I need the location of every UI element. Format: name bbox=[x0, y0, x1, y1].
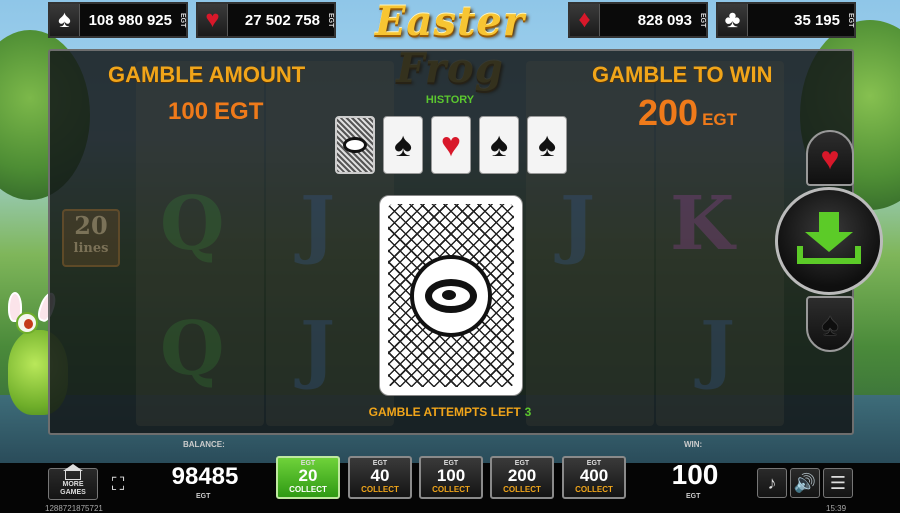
jackpot-value: 108 980 925 bbox=[88, 11, 172, 29]
club-icon: ♣ bbox=[718, 4, 748, 36]
jackpot-heart: ♥ 27 502 758 EGT bbox=[196, 2, 336, 38]
ghost-symbol: J bbox=[560, 181, 596, 267]
heart-icon: ♥ bbox=[198, 4, 228, 36]
heart-icon: ♥ bbox=[820, 139, 840, 176]
music-button[interactable]: ♪ bbox=[757, 468, 787, 498]
lines-word: lines bbox=[73, 241, 109, 256]
history-label: HISTORY bbox=[425, 94, 475, 106]
music-note-icon: ♪ bbox=[767, 472, 777, 493]
lines-sign: 20 lines bbox=[62, 209, 120, 267]
download-collect-icon bbox=[797, 212, 861, 270]
bet-collect-button[interactable]: EGT 20 COLLECT bbox=[276, 456, 340, 499]
sound-button[interactable]: 🔊 bbox=[790, 468, 820, 498]
bet-action: COLLECT bbox=[503, 485, 541, 494]
spade-icon: ♠ bbox=[821, 305, 839, 342]
history-card-spade: ♠ bbox=[383, 116, 423, 174]
balance-unit: EGT bbox=[196, 493, 211, 500]
bet-amount: 40 bbox=[370, 466, 390, 485]
bet-action: COLLECT bbox=[432, 485, 470, 494]
fullscreen-icon: ⛶ bbox=[111, 473, 125, 494]
bet-collect-button[interactable]: EGT 400 COLLECT bbox=[562, 456, 626, 499]
frog-eye bbox=[16, 312, 38, 334]
bet-collect-button[interactable]: EGT 40 COLLECT bbox=[348, 456, 412, 499]
ghost-symbol: J bbox=[300, 181, 336, 267]
jackpot-club: ♣ 35 195 EGT bbox=[716, 2, 856, 38]
gamble-to-win-label: GAMBLE TO WIN bbox=[592, 62, 773, 87]
history-card-heart: ♥ bbox=[431, 116, 471, 174]
bet-action: COLLECT bbox=[289, 485, 327, 494]
history-card-spade: ♠ bbox=[527, 116, 567, 174]
spade-icon: ♠ bbox=[537, 125, 557, 164]
balance-value: 98485 bbox=[171, 463, 239, 490]
hamburger-menu-icon: ☰ bbox=[829, 472, 847, 493]
bet-amount: 200 bbox=[507, 466, 537, 485]
ghost-symbol: Q bbox=[160, 181, 225, 267]
gamble-to-win-unit: EGT bbox=[702, 110, 738, 129]
jackpot-value: 828 093 bbox=[637, 11, 692, 29]
bet-collect-button[interactable]: EGT 200 COLLECT bbox=[490, 456, 554, 499]
gamble-amount-value: 100 EGT bbox=[168, 98, 263, 126]
balance-label: BALANCE: bbox=[183, 440, 225, 449]
history-card-back bbox=[335, 116, 375, 174]
history-card-spade: ♠ bbox=[479, 116, 519, 174]
fullscreen-button[interactable]: ⛶ bbox=[103, 468, 133, 500]
jackpot-unit: EGT bbox=[847, 12, 854, 28]
speaker-icon: 🔊 bbox=[793, 472, 817, 493]
card-back-pattern bbox=[388, 204, 514, 387]
ghost-symbol: K bbox=[670, 181, 735, 267]
spade-icon: ♠ bbox=[50, 4, 80, 36]
win-unit: EGT bbox=[686, 493, 701, 500]
session-id: 1288721875721 bbox=[45, 504, 103, 513]
gamble-amount-number: 100 bbox=[168, 98, 209, 125]
bet-action: COLLECT bbox=[575, 485, 613, 494]
gamble-card-face-down bbox=[379, 195, 523, 396]
gamble-attempts-count: 3 bbox=[524, 405, 532, 419]
red-gamble-button[interactable]: ♥ bbox=[806, 130, 854, 186]
ghost-symbol: Q bbox=[160, 306, 225, 392]
gamble-to-win-number: 200 bbox=[638, 92, 699, 133]
jackpot-value: 27 502 758 bbox=[244, 11, 320, 29]
jackpot-diamond: ♦ 828 093 EGT bbox=[568, 2, 708, 38]
card-back-emblem-icon bbox=[410, 254, 492, 337]
gamble-amount-unit: EGT bbox=[214, 98, 264, 125]
black-gamble-button[interactable]: ♠ bbox=[806, 296, 854, 352]
jackpot-value: 35 195 bbox=[794, 11, 840, 29]
bet-collect-button[interactable]: EGT 100 COLLECT bbox=[419, 456, 483, 499]
bet-amount: 400 bbox=[579, 466, 609, 485]
more-games-label: MORE GAMES bbox=[60, 481, 86, 496]
game-logo: Easter Frog bbox=[375, 0, 525, 92]
jackpot-spade: ♠ 108 980 925 EGT bbox=[48, 2, 188, 38]
more-games-button[interactable]: MORE GAMES bbox=[48, 464, 98, 500]
jackpot-unit: EGT bbox=[699, 12, 706, 28]
ghost-symbol: J bbox=[300, 306, 336, 392]
clock: 15:39 bbox=[826, 504, 847, 513]
collect-button[interactable] bbox=[775, 187, 883, 295]
jackpot-bar: ♠ 108 980 925 EGT ♥ 27 502 758 EGT Easte… bbox=[0, 0, 900, 92]
gamble-attempts-label: GAMBLE ATTEMPTS LEFT bbox=[368, 405, 521, 419]
gamble-to-win-value: 200 EGT bbox=[638, 92, 737, 134]
home-icon bbox=[63, 464, 83, 480]
menu-button[interactable]: ☰ bbox=[823, 468, 853, 498]
diamond-icon: ♦ bbox=[570, 4, 600, 36]
bet-action: COLLECT bbox=[361, 485, 399, 494]
bet-amount: 20 bbox=[298, 466, 318, 485]
gamble-attempts: GAMBLE ATTEMPTS LEFT 3 bbox=[340, 405, 560, 419]
win-value: 100 bbox=[671, 459, 719, 490]
win-label: WIN: bbox=[684, 440, 703, 449]
card-back-emblem-icon bbox=[343, 137, 367, 153]
heart-icon: ♥ bbox=[440, 125, 462, 164]
ghost-symbol: J bbox=[700, 306, 736, 392]
bet-amount: 100 bbox=[436, 466, 466, 485]
spade-icon: ♠ bbox=[393, 125, 413, 164]
gamble-amount-label: GAMBLE AMOUNT bbox=[108, 62, 306, 87]
jackpot-unit: EGT bbox=[179, 12, 186, 28]
lines-count: 20 bbox=[74, 211, 108, 240]
spade-icon: ♠ bbox=[489, 125, 509, 164]
